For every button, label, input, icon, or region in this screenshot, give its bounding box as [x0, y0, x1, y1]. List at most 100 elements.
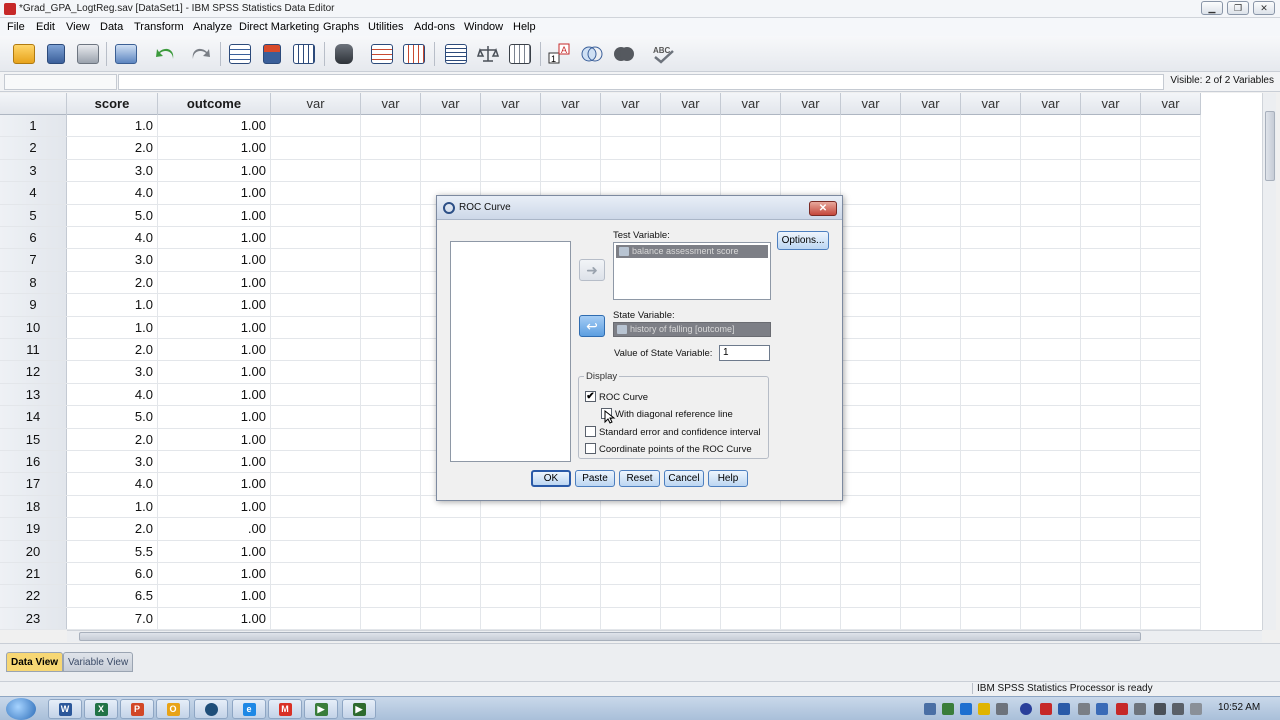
outcome-cell[interactable]: 1.00: [158, 607, 271, 630]
ok-button[interactable]: OK: [531, 470, 571, 487]
start-button[interactable]: [6, 698, 36, 720]
outcome-cell[interactable]: 1.00: [158, 294, 271, 316]
empty-cell[interactable]: [361, 518, 421, 540]
score-cell[interactable]: 2.0: [67, 518, 158, 540]
outcome-cell[interactable]: 1.00: [158, 361, 271, 383]
score-cell[interactable]: 3.0: [67, 361, 158, 383]
empty-cell[interactable]: [961, 540, 1021, 562]
empty-cell[interactable]: [1021, 204, 1081, 226]
menu-edit[interactable]: Edit: [36, 21, 55, 33]
empty-cell[interactable]: [1141, 563, 1201, 585]
row-number[interactable]: 1: [0, 115, 67, 137]
empty-cell[interactable]: [1081, 227, 1141, 249]
empty-cell[interactable]: [271, 271, 361, 294]
outcome-cell[interactable]: 1.00: [158, 159, 271, 182]
empty-cell[interactable]: [481, 585, 541, 607]
empty-cell[interactable]: [361, 495, 421, 518]
score-cell[interactable]: 4.0: [67, 182, 158, 204]
word-icon[interactable]: W: [48, 699, 82, 719]
empty-cell[interactable]: [721, 159, 781, 182]
menu-window[interactable]: Window: [464, 21, 503, 33]
row-number[interactable]: 5: [0, 204, 67, 226]
column-header-outcome[interactable]: outcome: [158, 93, 271, 115]
empty-cell[interactable]: [841, 182, 901, 204]
empty-cell[interactable]: [721, 563, 781, 585]
empty-cell[interactable]: [271, 361, 361, 383]
empty-cell[interactable]: [1021, 383, 1081, 406]
empty-cell[interactable]: [601, 563, 661, 585]
internet-explorer-icon[interactable]: e: [232, 699, 266, 719]
score-cell[interactable]: 5.5: [67, 540, 158, 562]
camtasia-icon[interactable]: ▶: [304, 699, 338, 719]
empty-cell[interactable]: [901, 607, 961, 630]
vertical-scrollbar[interactable]: [1262, 93, 1276, 630]
source-variable-list[interactable]: [450, 241, 571, 462]
column-header-score[interactable]: score: [67, 93, 158, 115]
empty-cell[interactable]: [541, 518, 601, 540]
column-header-empty[interactable]: var: [271, 93, 361, 115]
empty-cell[interactable]: [481, 540, 541, 562]
tray-icon[interactable]: [1020, 703, 1032, 715]
empty-cell[interactable]: [961, 249, 1021, 271]
empty-cell[interactable]: [661, 585, 721, 607]
score-cell[interactable]: 2.0: [67, 137, 158, 159]
score-cell[interactable]: 4.0: [67, 473, 158, 495]
empty-cell[interactable]: [961, 271, 1021, 294]
menu-transform[interactable]: Transform: [134, 21, 184, 33]
empty-cell[interactable]: [901, 406, 961, 428]
empty-cell[interactable]: [901, 495, 961, 518]
row-number[interactable]: 11: [0, 339, 67, 361]
empty-cell[interactable]: [541, 540, 601, 562]
empty-cell[interactable]: [1081, 204, 1141, 226]
empty-cell[interactable]: [661, 540, 721, 562]
column-header-empty[interactable]: var: [721, 93, 781, 115]
empty-cell[interactable]: [361, 182, 421, 204]
outcome-cell[interactable]: 1.00: [158, 204, 271, 226]
empty-cell[interactable]: [1021, 473, 1081, 495]
empty-cell[interactable]: [271, 383, 361, 406]
empty-cell[interactable]: [961, 473, 1021, 495]
empty-cell[interactable]: [421, 115, 481, 137]
empty-cell[interactable]: [1021, 518, 1081, 540]
empty-cell[interactable]: [901, 540, 961, 562]
empty-cell[interactable]: [1021, 182, 1081, 204]
cell-value-input[interactable]: [118, 74, 1164, 90]
column-header-empty[interactable]: var: [661, 93, 721, 115]
grid-corner[interactable]: [0, 93, 67, 115]
tab-variable-view[interactable]: Variable View: [63, 652, 134, 672]
empty-cell[interactable]: [721, 540, 781, 562]
empty-cell[interactable]: [1081, 294, 1141, 316]
empty-cell[interactable]: [1081, 607, 1141, 630]
empty-cell[interactable]: [271, 115, 361, 137]
menu-help[interactable]: Help: [513, 21, 536, 33]
column-header-empty[interactable]: var: [1141, 93, 1201, 115]
empty-cell[interactable]: [1021, 249, 1081, 271]
empty-cell[interactable]: [961, 227, 1021, 249]
empty-cell[interactable]: [841, 495, 901, 518]
empty-cell[interactable]: [1081, 182, 1141, 204]
empty-cell[interactable]: [901, 339, 961, 361]
paste-button[interactable]: Paste: [575, 470, 615, 487]
horizontal-scrollbar[interactable]: [67, 630, 1262, 642]
empty-cell[interactable]: [1021, 227, 1081, 249]
empty-cell[interactable]: [1141, 137, 1201, 159]
score-cell[interactable]: 7.0: [67, 607, 158, 630]
tray-icon[interactable]: [978, 703, 990, 715]
row-number[interactable]: 19: [0, 518, 67, 540]
empty-cell[interactable]: [1141, 406, 1201, 428]
score-cell[interactable]: 2.0: [67, 339, 158, 361]
goto-case-icon[interactable]: [226, 40, 254, 68]
row-number[interactable]: 13: [0, 383, 67, 406]
empty-cell[interactable]: [1021, 540, 1081, 562]
empty-cell[interactable]: [961, 518, 1021, 540]
empty-cell[interactable]: [1081, 383, 1141, 406]
empty-cell[interactable]: [361, 361, 421, 383]
empty-cell[interactable]: [961, 204, 1021, 226]
score-cell[interactable]: 6.0: [67, 563, 158, 585]
empty-cell[interactable]: [271, 585, 361, 607]
empty-cell[interactable]: [361, 406, 421, 428]
empty-cell[interactable]: [271, 204, 361, 226]
tray-icon[interactable]: [996, 703, 1008, 715]
empty-cell[interactable]: [1141, 316, 1201, 338]
empty-cell[interactable]: [1141, 518, 1201, 540]
